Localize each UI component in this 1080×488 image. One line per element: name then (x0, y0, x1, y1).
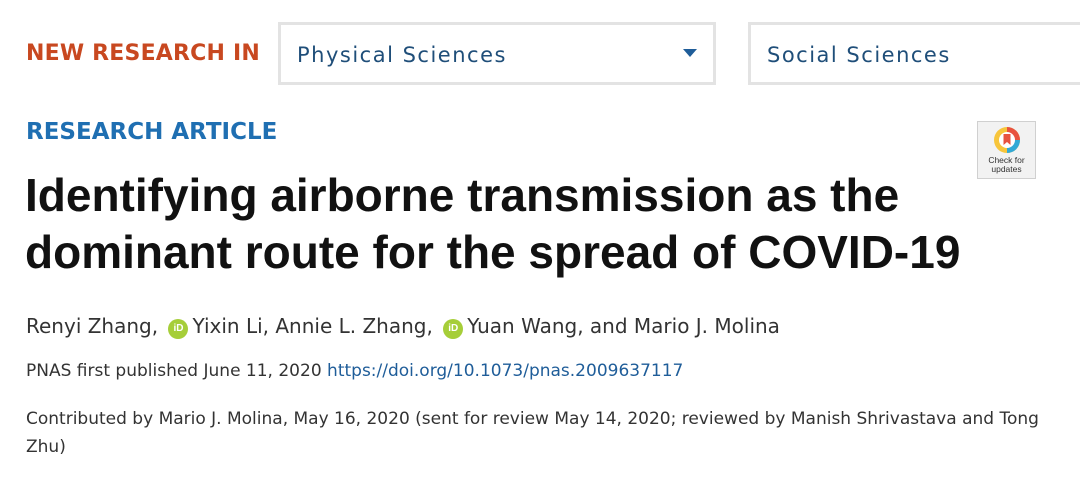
check-for-updates-button[interactable]: Check for updates (977, 121, 1036, 179)
author-list: Renyi Zhang, iD Yixin Li, Annie L. Zhang,… (26, 314, 780, 339)
publication-info: PNAS first published June 11, 2020 https… (26, 361, 683, 381)
social-sciences-dropdown[interactable]: Social Sciences (748, 22, 1080, 85)
author-names: Yixin Li, Annie L. Zhang, (192, 314, 433, 338)
dropdown-selected-value: Physical Sciences (297, 43, 507, 67)
author-names: Renyi Zhang, (26, 314, 159, 338)
dropdown-selected-value: Social Sciences (767, 43, 951, 67)
physical-sciences-dropdown[interactable]: Physical Sciences (278, 22, 716, 85)
doi-link[interactable]: https://doi.org/10.1073/pnas.2009637117 (327, 361, 683, 381)
author-names: Yuan Wang, and Mario J. Molina (467, 314, 780, 338)
published-date: PNAS first published June 11, 2020 (26, 361, 322, 381)
article-type-label: RESEARCH ARTICLE (26, 119, 278, 145)
orcid-icon[interactable]: iD (443, 319, 464, 339)
check-for-updates-label-2: updates (991, 164, 1022, 174)
chevron-down-icon (683, 49, 697, 57)
contributed-by-note: Contributed by Mario J. Molina, May 16, … (26, 409, 1039, 457)
check-for-updates-icon (994, 127, 1020, 153)
article-title: Identifying airborne transmission as the… (25, 169, 961, 278)
new-research-in-label: NEW RESEARCH IN (26, 41, 260, 66)
orcid-icon[interactable]: iD (168, 319, 189, 339)
